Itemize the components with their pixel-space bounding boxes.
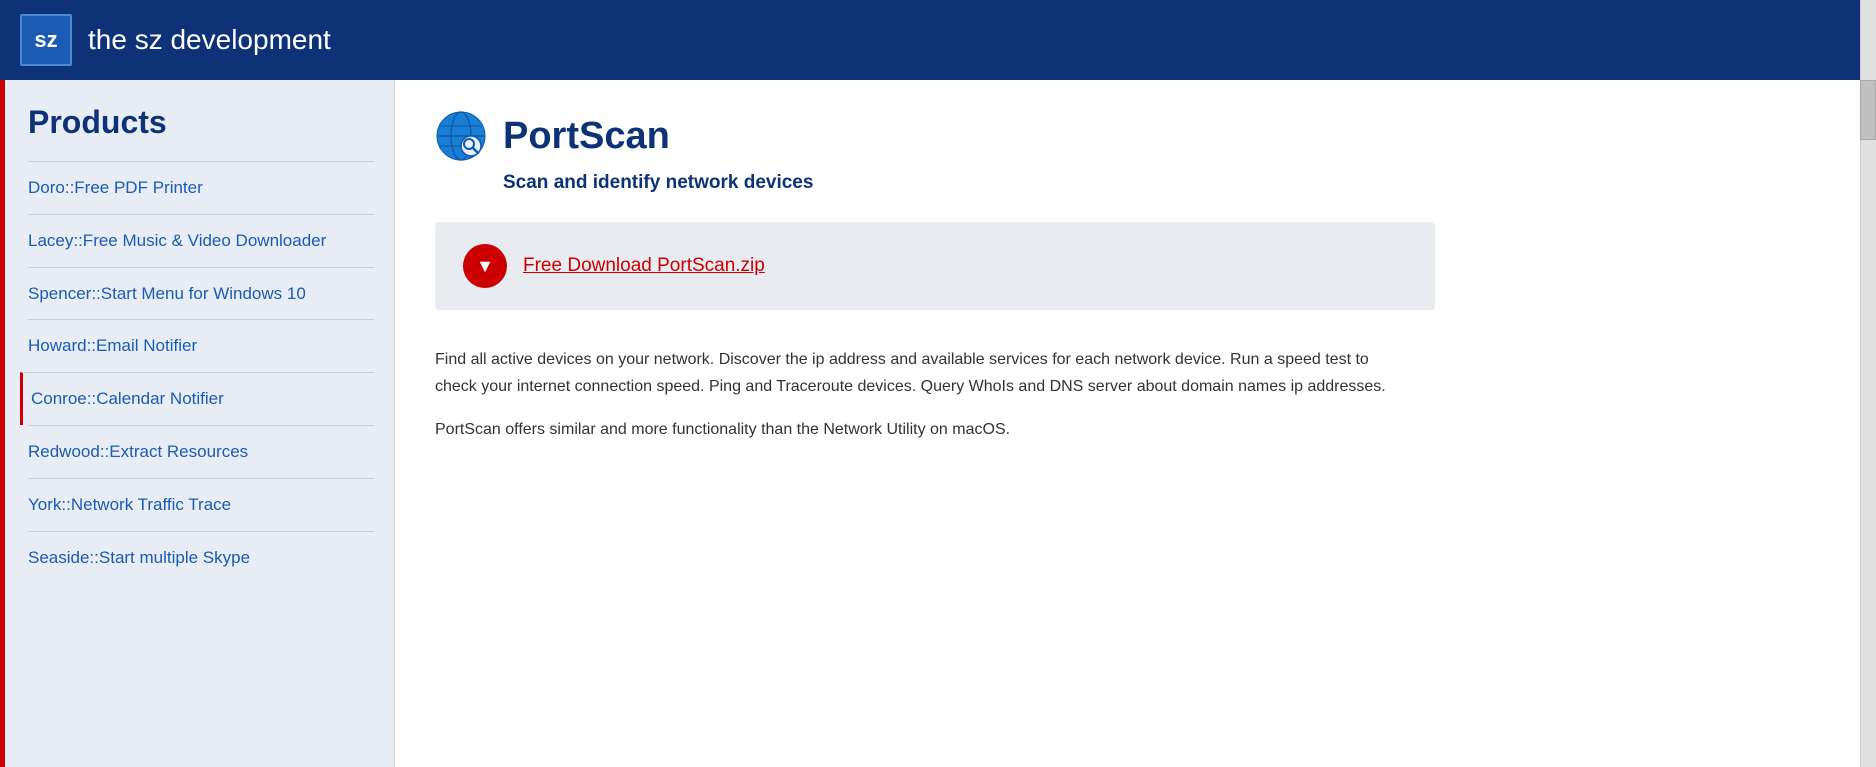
scrollbar-thumb[interactable] [1860,80,1876,140]
description-text: Find all active devices on your network.… [435,346,1395,444]
product-icon [435,110,487,162]
sidebar-item-conroe[interactable]: Conroe::Calendar Notifier [20,372,374,425]
sidebar-item-howard[interactable]: Howard::Email Notifier [28,319,374,372]
product-title: PortScan [503,115,670,158]
product-header: PortScan [435,110,1820,162]
sidebar-item-redwood[interactable]: Redwood::Extract Resources [28,425,374,478]
sidebar-link-lacey[interactable]: Lacey::Free Music & Video Downloader [28,231,326,250]
sidebar-link-doro[interactable]: Doro::Free PDF Printer [28,178,203,197]
scrollbar[interactable] [1860,0,1876,767]
sidebar-link-spencer[interactable]: Spencer::Start Menu for Windows 10 [28,284,306,303]
sidebar-link-redwood[interactable]: Redwood::Extract Resources [28,442,248,461]
download-link[interactable]: Free Download PortScan.zip [523,255,765,277]
sidebar-item-york[interactable]: York::Network Traffic Trace [28,478,374,531]
sidebar-link-york[interactable]: York::Network Traffic Trace [28,495,231,514]
sidebar-link-howard[interactable]: Howard::Email Notifier [28,336,197,355]
header: sz the sz development [0,0,1876,80]
main-content: PortScan Scan and identify network devic… [395,80,1860,767]
download-box: Free Download PortScan.zip [435,222,1435,310]
download-icon [463,244,507,288]
sidebar: Products Doro::Free PDF Printer Lacey::F… [0,80,395,767]
sidebar-item-spencer[interactable]: Spencer::Start Menu for Windows 10 [28,267,374,320]
sidebar-item-doro[interactable]: Doro::Free PDF Printer [28,161,374,214]
sidebar-link-seaside[interactable]: Seaside::Start multiple Skype [28,548,250,567]
site-title: the sz development [88,24,331,56]
sidebar-item-seaside[interactable]: Seaside::Start multiple Skype [28,531,374,584]
sidebar-item-lacey[interactable]: Lacey::Free Music & Video Downloader [28,214,374,267]
main-layout: Products Doro::Free PDF Printer Lacey::F… [0,80,1876,767]
product-subtitle: Scan and identify network devices [503,172,1820,194]
sidebar-title: Products [28,104,374,141]
description-paragraph-2: PortScan offers similar and more functio… [435,416,1395,443]
sidebar-accent [0,80,5,767]
description-paragraph-1: Find all active devices on your network.… [435,346,1395,400]
logo: sz [20,14,72,66]
sidebar-link-conroe[interactable]: Conroe::Calendar Notifier [31,389,224,408]
